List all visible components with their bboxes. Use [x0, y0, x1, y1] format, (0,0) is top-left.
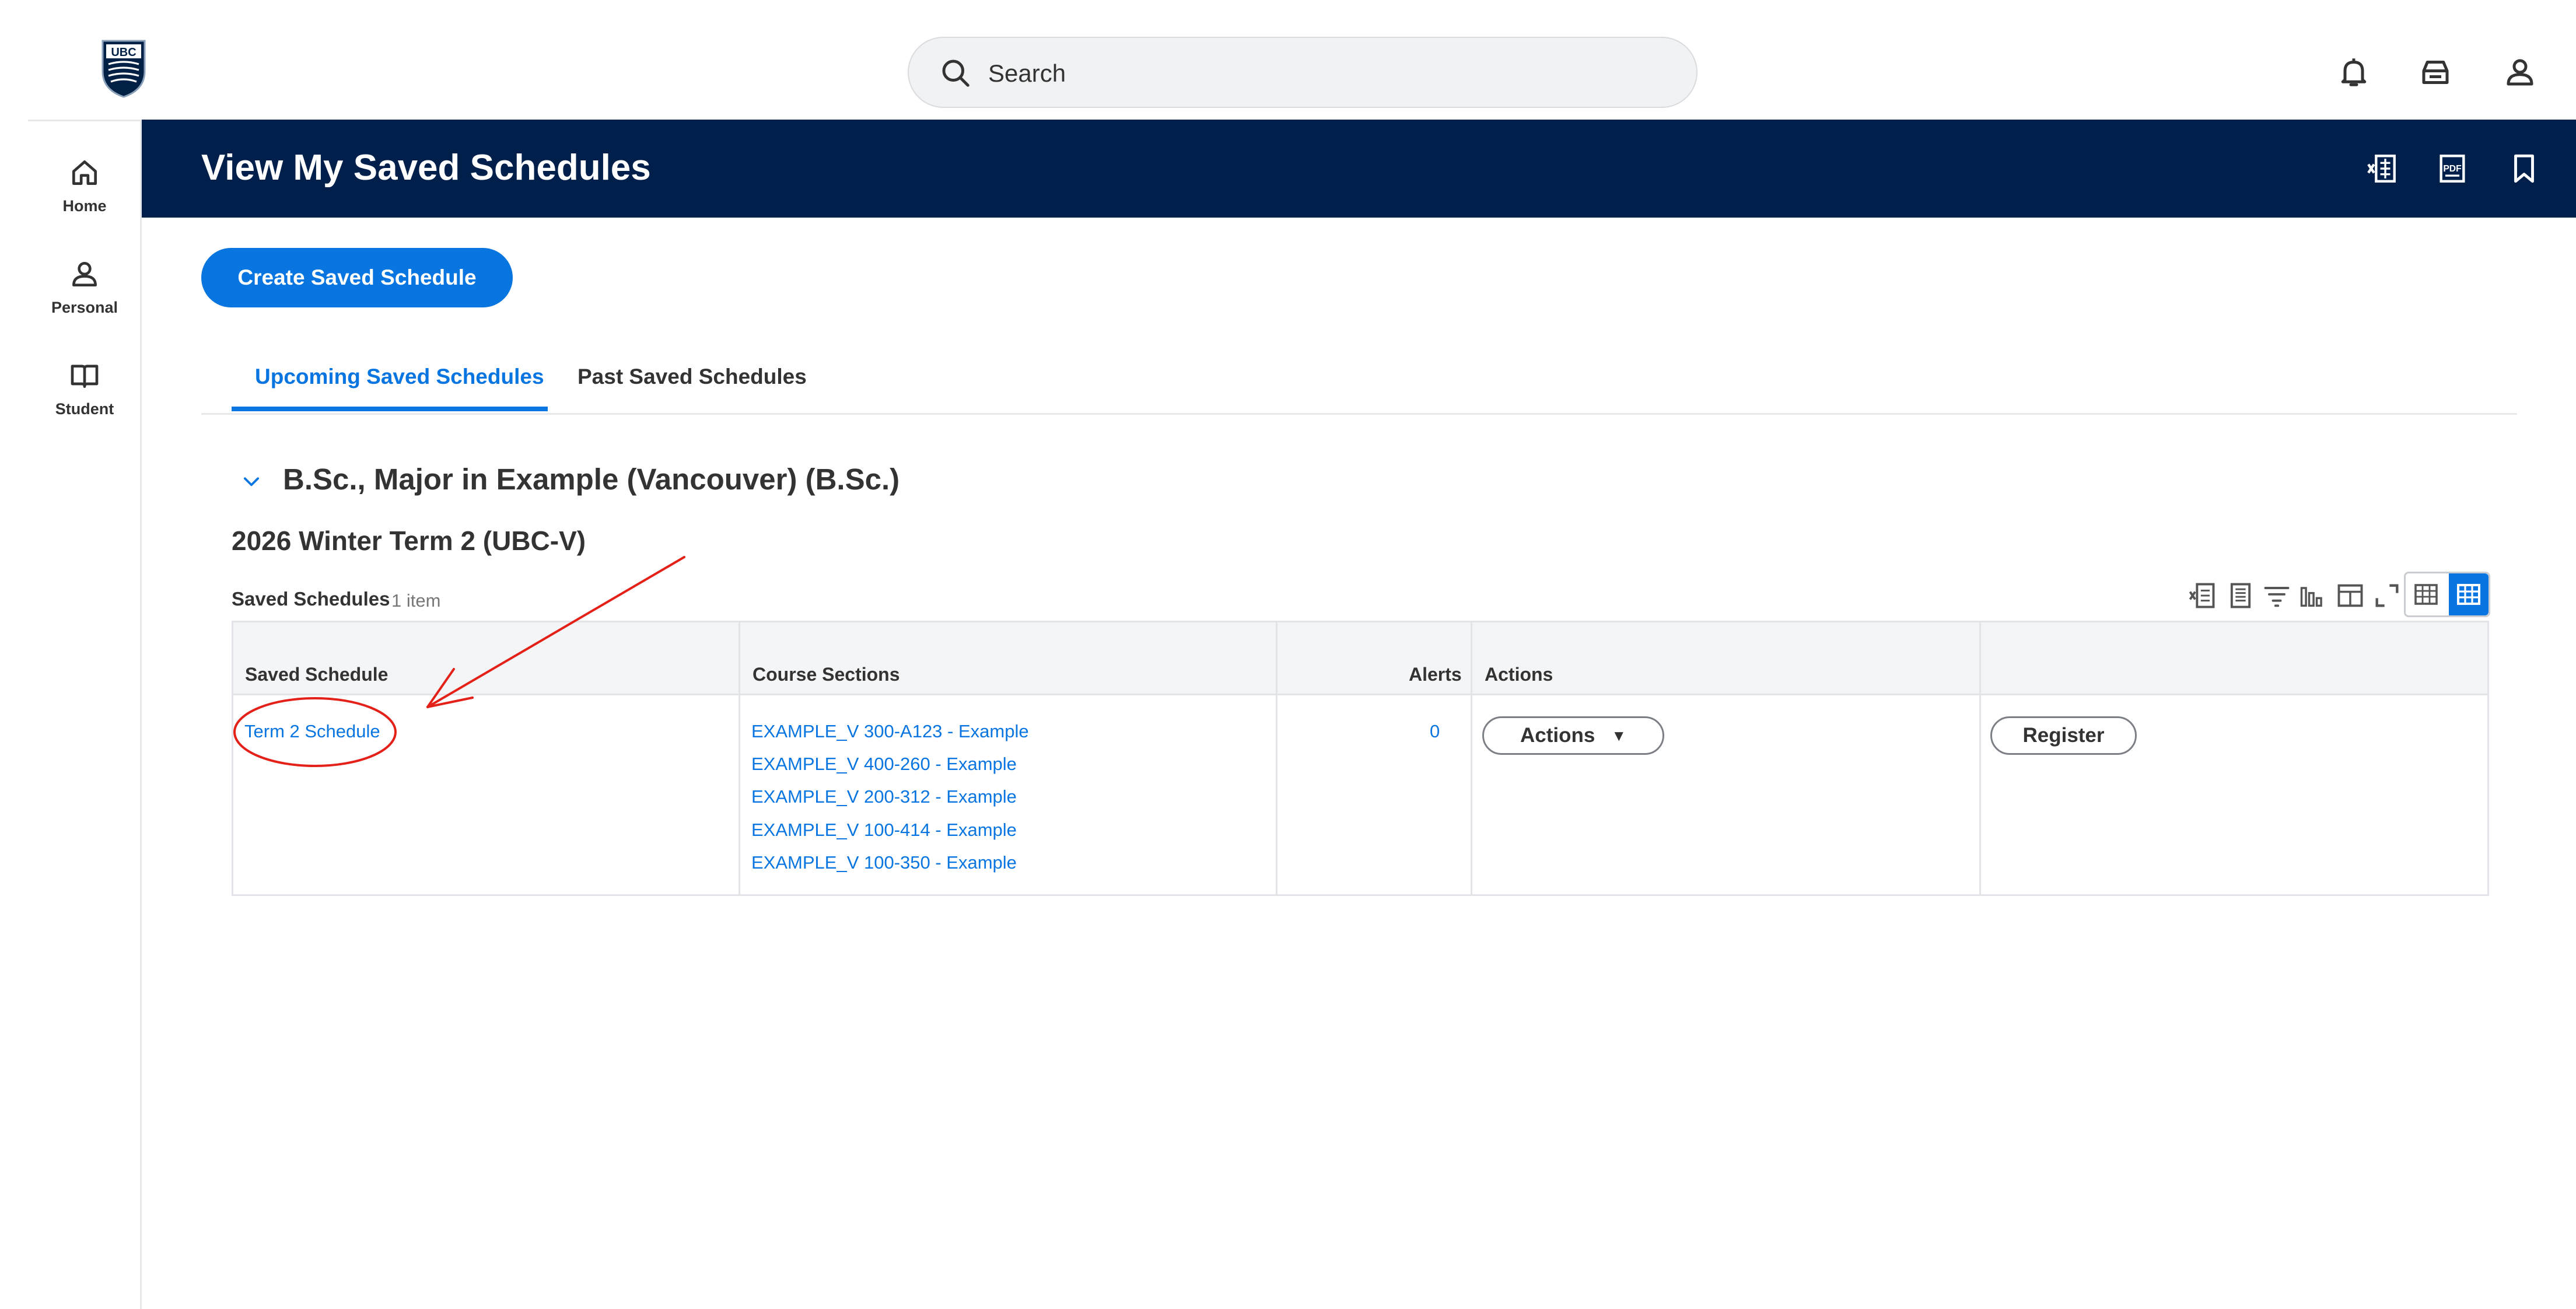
course-section-link[interactable]: EXAMPLE_V 300-A123 - Example — [751, 720, 1029, 743]
search-icon — [942, 60, 970, 87]
export-pdf-icon[interactable]: PDF — [2435, 152, 2469, 186]
actions-button[interactable]: Actions ▼ — [1482, 716, 1664, 755]
column-divider — [1276, 622, 1278, 894]
columns-icon[interactable] — [2335, 580, 2365, 611]
book-icon — [71, 365, 99, 388]
active-tab-indicator — [232, 407, 548, 411]
course-section-link[interactable]: EXAMPLE_V 200-312 - Example — [751, 785, 1017, 808]
actions-button-label: Actions — [1520, 724, 1595, 747]
bell-icon[interactable] — [2336, 55, 2371, 90]
search-input[interactable]: Search — [988, 58, 1066, 89]
table-header-divider — [233, 694, 2487, 695]
column-divider — [1471, 622, 1472, 894]
sidebar-item-label: Home — [62, 197, 107, 215]
search-bar[interactable]: Search — [908, 37, 1698, 108]
tab-divider — [201, 413, 2517, 415]
table-view-icon[interactable] — [2412, 580, 2440, 608]
sidebar-item-label: Personal — [51, 299, 118, 316]
tab-upcoming-saved-schedules[interactable]: Upcoming Saved Schedules — [255, 363, 544, 391]
saved-schedule-link[interactable]: Term 2 Schedule — [244, 720, 380, 743]
sidebar-item-home[interactable]: Home — [35, 156, 134, 215]
svg-text:UBC: UBC — [111, 46, 136, 59]
chevron-down-icon[interactable] — [240, 470, 262, 492]
sidebar-divider — [140, 120, 142, 1309]
fullscreen-icon[interactable] — [2372, 580, 2402, 611]
course-section-link[interactable]: EXAMPLE_V 400-260 - Example — [751, 752, 1017, 776]
export-excel-icon[interactable] — [2365, 152, 2399, 186]
tab-past-saved-schedules[interactable]: Past Saved Schedules — [578, 363, 807, 391]
user-icon[interactable] — [2502, 55, 2538, 90]
export-excel-icon[interactable] — [2187, 580, 2217, 611]
course-section-link[interactable]: EXAMPLE_V 100-414 - Example — [751, 818, 1017, 842]
column-header-actions[interactable]: Actions — [1485, 663, 1553, 686]
column-header-course-sections[interactable]: Course Sections — [752, 663, 900, 686]
table-header-row — [233, 622, 2487, 695]
column-header-saved-schedule[interactable]: Saved Schedule — [245, 663, 388, 686]
inbox-icon[interactable] — [2418, 55, 2453, 90]
sidebar-item-student[interactable]: Student — [35, 359, 134, 418]
svg-text:PDF: PDF — [2443, 164, 2462, 174]
chart-icon[interactable] — [2298, 580, 2328, 611]
person-icon — [72, 262, 97, 286]
ubc-logo: UBC — [102, 40, 146, 98]
sidebar-item-personal[interactable]: Personal — [35, 258, 134, 317]
program-heading: B.Sc., Major in Example (Vancouver) (B.S… — [283, 463, 900, 496]
page-title: View My Saved Schedules — [201, 148, 651, 188]
grid-title: Saved Schedules — [232, 588, 390, 610]
caret-down-icon: ▼ — [1611, 726, 1627, 744]
topbar-divider — [28, 120, 140, 121]
sidebar-item-label: Student — [55, 400, 114, 418]
column-divider — [738, 622, 740, 894]
bookmark-icon[interactable] — [2507, 152, 2541, 186]
column-header-alerts[interactable]: Alerts — [1409, 663, 1462, 686]
print-icon[interactable] — [2225, 580, 2256, 611]
course-section-link[interactable]: EXAMPLE_V 100-350 - Example — [751, 851, 1017, 874]
term-heading: 2026 Winter Term 2 (UBC-V) — [232, 526, 586, 556]
home-icon — [72, 160, 97, 185]
create-saved-schedule-button[interactable]: Create Saved Schedule — [201, 248, 513, 307]
alerts-count-link[interactable]: 0 — [1430, 720, 1440, 743]
column-divider — [1979, 622, 1981, 894]
register-button[interactable]: Register — [1990, 716, 2137, 755]
grid-view-icon[interactable] — [2455, 580, 2483, 608]
filter-icon[interactable] — [2262, 580, 2292, 611]
grid-item-count: 1 item — [391, 590, 441, 611]
